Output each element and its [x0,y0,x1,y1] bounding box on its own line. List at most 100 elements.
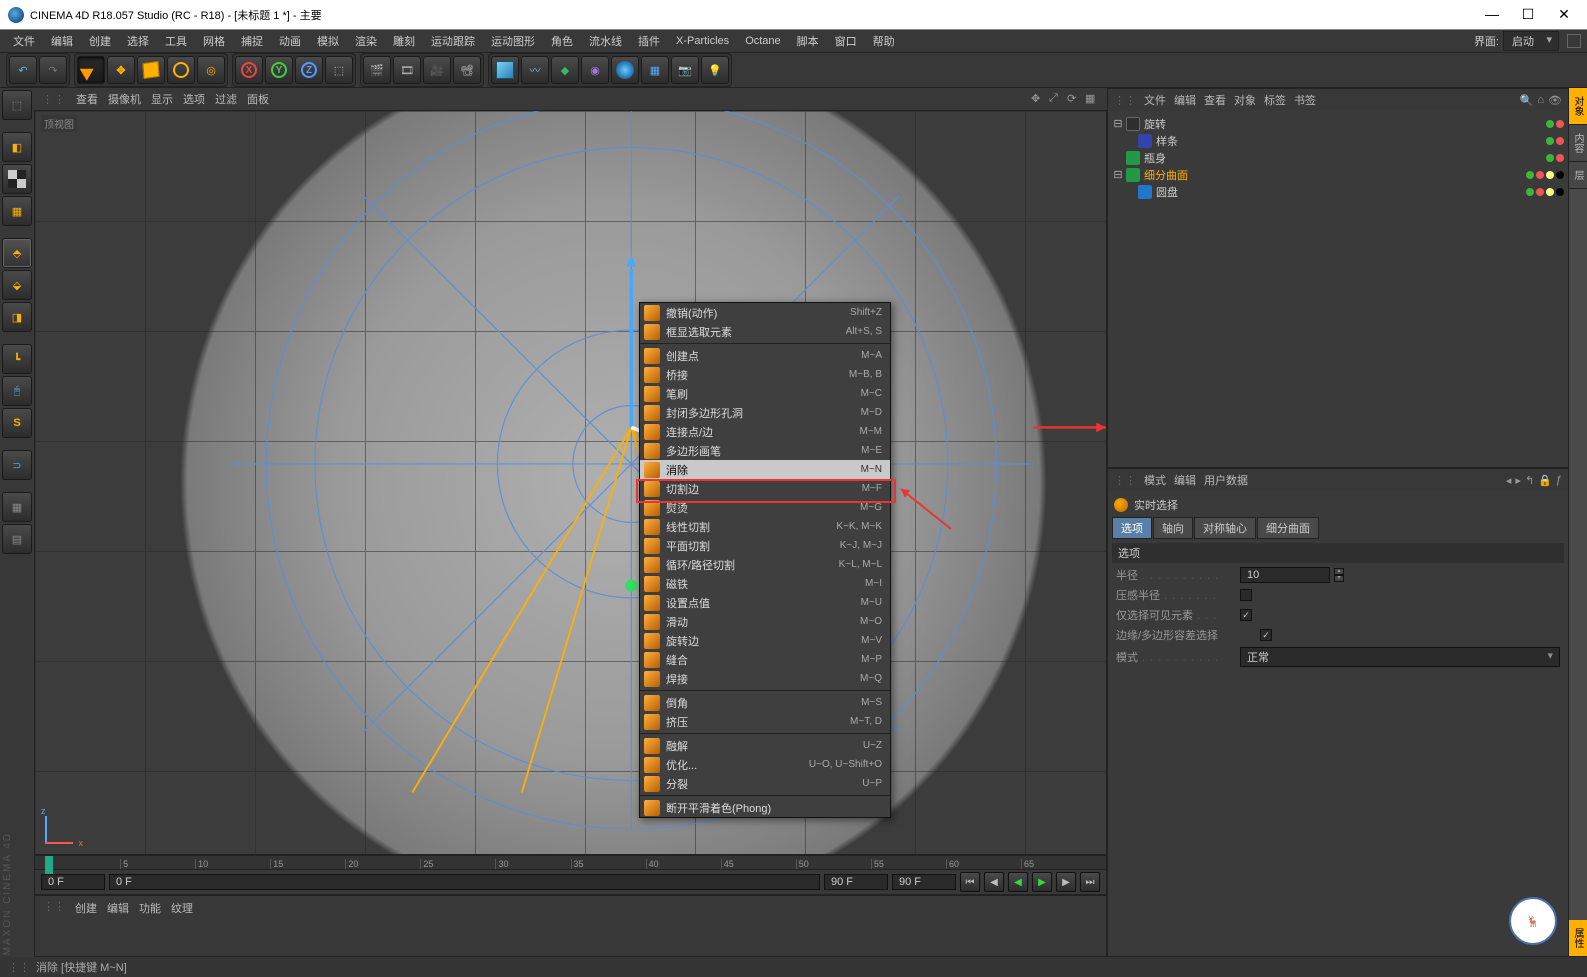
ctx-item[interactable]: 焊接M~Q [640,669,890,688]
menu-mesh[interactable]: 网格 [196,31,232,51]
side-tab-d[interactable]: 属性 [1569,920,1587,957]
minimize-button[interactable]: — [1483,6,1501,23]
attr-tab-options[interactable]: 选项 [1112,517,1152,539]
recent-tool[interactable]: ◎ [197,56,225,84]
lock-x-button[interactable]: X [235,56,263,84]
tl-play-button[interactable]: ▶ [1032,872,1052,892]
ctx-item[interactable]: 线性切割K~K, M~K [640,517,890,536]
menu-pipeline[interactable]: 流水线 [582,31,629,51]
vp-zoom-icon[interactable]: ⤢ [1049,92,1063,106]
ctx-item[interactable]: 撤销(动作)Shift+Z [640,303,890,322]
vp-menu-panel[interactable]: 面板 [247,91,269,107]
om-menu-file[interactable]: 文件 [1144,92,1166,108]
attr-tab-axis[interactable]: 轴向 [1153,517,1193,539]
ctx-item[interactable]: 平面切割K~J, M~J [640,536,890,555]
om-menu-tags[interactable]: 标签 [1264,92,1286,108]
ctx-item[interactable]: 桥接M~B, B [640,365,890,384]
menu-create[interactable]: 创建 [82,31,118,51]
poly-mode-button[interactable]: ◨ [2,302,32,332]
tl-last-button[interactable]: ⏭ [1080,872,1100,892]
vp-menu-view[interactable]: 查看 [76,91,98,107]
ctx-item[interactable]: 循环/路径切割K~L, M~L [640,555,890,574]
tl-end2-field[interactable]: 90 F [892,874,956,890]
maximize-button[interactable]: ☐ [1519,6,1537,23]
ctx-item[interactable]: 融解U~Z [640,736,890,755]
am-func-icon[interactable]: ƒ [1556,474,1562,487]
mat-menu-create[interactable]: 创建 [75,900,97,916]
coord-system-button[interactable]: ⬚ [325,56,353,84]
ctx-item[interactable]: 断开平滑着色(Phong) [640,798,890,817]
ctx-item[interactable]: 分裂U~P [640,774,890,793]
texture-mode-button[interactable] [2,164,32,194]
menu-sim[interactable]: 模拟 [310,31,346,51]
make-editable-button[interactable]: ⬚ [2,90,32,120]
menu-sculpt[interactable]: 雕刻 [386,31,422,51]
ctx-item[interactable]: 滑动M~O [640,612,890,631]
menu-char[interactable]: 角色 [544,31,580,51]
am-menu-edit[interactable]: 编辑 [1174,472,1196,488]
am-lock-icon[interactable]: 🔒 [1538,474,1552,487]
render-pv-button[interactable]: 🎞 [393,56,421,84]
add-generator-button[interactable]: ◆ [551,56,579,84]
ctx-item[interactable]: 创建点M~A [640,346,890,365]
ctx-item[interactable]: 设置点值M~U [640,593,890,612]
add-spline-button[interactable]: 〰 [521,56,549,84]
magnet-button[interactable]: ⊃ [2,450,32,480]
layout-dropdown[interactable]: 启动 [1503,31,1559,51]
attr-pressure-check[interactable] [1240,589,1252,601]
object-row[interactable]: 瓶身 [1108,149,1568,166]
ctx-item[interactable]: 旋转边M~V [640,631,890,650]
menu-window[interactable]: 窗口 [828,31,864,51]
menu-edit[interactable]: 编辑 [44,31,80,51]
tl-start-field[interactable]: 0 F [41,874,105,890]
add-sky-button[interactable]: ▦ [641,56,669,84]
om-menu-bk[interactable]: 书签 [1294,92,1316,108]
point-mode-button[interactable]: ⬘ [2,238,32,268]
add-primitive-button[interactable] [491,56,519,84]
ctx-item[interactable]: 优化...U~O, U~Shift+O [640,755,890,774]
edge-mode-button[interactable]: ⬙ [2,270,32,300]
axis-button[interactable]: ┗ [2,344,32,374]
menu-select[interactable]: 选择 [120,31,156,51]
vp-orbit-icon[interactable]: ⟳ [1067,92,1081,106]
object-row[interactable]: 样条 [1108,132,1568,149]
context-menu[interactable]: 撤销(动作)Shift+Z框显选取元素Alt+S, S创建点M~A桥接M~B, … [639,302,891,818]
object-row[interactable]: 圆盘 [1108,183,1568,200]
attr-tab-sds[interactable]: 细分曲面 [1257,517,1319,539]
scale-tool[interactable] [137,56,165,84]
vp-nav-icon[interactable]: ✥ [1031,92,1045,106]
add-deformer-button[interactable]: ◉ [581,56,609,84]
ctx-item[interactable]: 连接点/边M~M [640,422,890,441]
menu-plugins[interactable]: 插件 [631,31,667,51]
viewport[interactable]: 顶视图 [34,110,1107,855]
attr-mode-dropdown[interactable]: 正常▾ [1240,647,1560,667]
mat-menu-func[interactable]: 功能 [139,900,161,916]
menu-file[interactable]: 文件 [6,31,42,51]
render-queue-button[interactable]: 📽 [453,56,481,84]
om-home-icon[interactable]: ⌂ [1537,94,1544,107]
live-select-tool[interactable] [77,56,105,84]
om-menu-edit[interactable]: 编辑 [1174,92,1196,108]
ctx-item[interactable]: 笔刷M~C [640,384,890,403]
vp-layout-icon[interactable]: ▦ [1085,92,1099,106]
ctx-item[interactable]: 熨烫M~G [640,498,890,517]
tl-first-button[interactable]: ⏮ [960,872,980,892]
timeline-ruler[interactable]: 0 5 10 15 20 25 30 35 40 45 50 55 60 65 [35,856,1106,870]
vp-menu-filter[interactable]: 过滤 [215,91,237,107]
om-search-icon[interactable]: 🔍 [1520,94,1534,107]
tl-prev-button[interactable]: ◀ [984,872,1004,892]
render-settings-button[interactable]: 🎥 [423,56,451,84]
vp-menu-display[interactable]: 显示 [151,91,173,107]
ctx-item[interactable]: 切割边M~F [640,479,890,498]
tl-next-button[interactable]: ▶ [1056,872,1076,892]
add-light-button[interactable]: 💡 [701,56,729,84]
ctx-item[interactable]: 挤压M~T, D [640,712,890,731]
ctx-item[interactable]: 封闭多边形孔洞M~D [640,403,890,422]
menu-snap[interactable]: 捕捉 [234,31,270,51]
menu-octane[interactable]: Octane [738,33,787,49]
side-tab-c[interactable]: 层 [1569,162,1587,189]
am-back-icon[interactable]: ◂ [1506,474,1512,487]
tweak-button[interactable]: 🖰 [2,376,32,406]
rotate-tool[interactable] [167,56,195,84]
add-environment-button[interactable] [611,56,639,84]
